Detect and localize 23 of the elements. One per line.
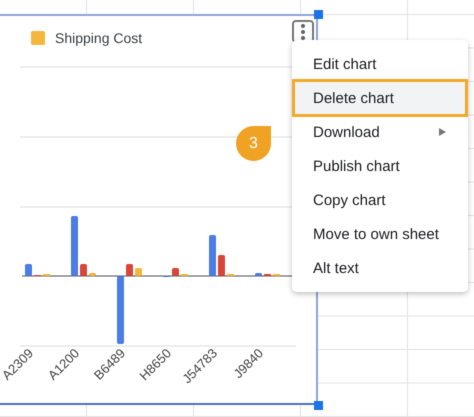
bar bbox=[218, 255, 225, 276]
menu-item[interactable]: Publish chart bbox=[294, 149, 466, 183]
caret-icon bbox=[439, 128, 446, 136]
bar bbox=[135, 268, 142, 276]
bar bbox=[117, 276, 124, 344]
bar bbox=[25, 264, 32, 276]
bar bbox=[126, 264, 133, 276]
more-vertical-icon bbox=[301, 24, 305, 40]
menu-item[interactable]: Copy chart bbox=[294, 183, 466, 217]
bar bbox=[172, 268, 179, 276]
menu-item[interactable]: Edit chart bbox=[294, 47, 466, 81]
bar bbox=[209, 235, 216, 276]
menu-item[interactable]: Move to own sheet bbox=[294, 217, 466, 251]
menu-item[interactable]: Delete chart bbox=[294, 81, 466, 115]
bar bbox=[89, 273, 96, 276]
legend-label: Shipping Cost bbox=[55, 30, 142, 46]
bar bbox=[80, 264, 87, 276]
resize-handle[interactable] bbox=[314, 401, 323, 410]
bar bbox=[71, 216, 78, 276]
menu-item[interactable]: Download bbox=[294, 115, 466, 149]
menu-item[interactable]: Alt text bbox=[294, 251, 466, 285]
bar bbox=[255, 273, 262, 276]
resize-handle[interactable] bbox=[314, 10, 323, 19]
